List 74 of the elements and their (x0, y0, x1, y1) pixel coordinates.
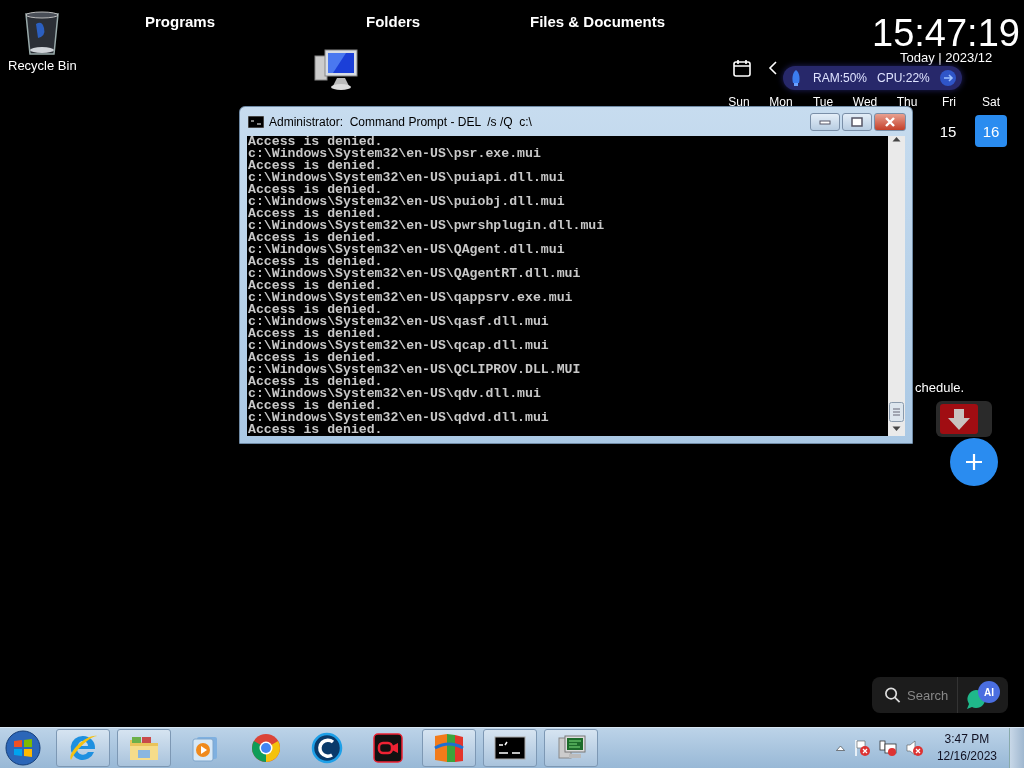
scroll-thumb[interactable] (889, 402, 904, 422)
console-line: c:\Windows\System32\en-US\qasf.dll.mui (248, 316, 550, 328)
taskbar-button[interactable] (483, 729, 537, 767)
console-line: Access is denied. (248, 352, 383, 364)
video-camera-icon (372, 732, 404, 764)
console-line: c:\Windows\System32\en-US\QAgent.dll.mui (248, 244, 566, 256)
weekday-label: Wed (851, 95, 879, 109)
console-line: c:\Windows\System32\en-US\qdvd.dll.mui (248, 412, 550, 424)
c-logo-icon (311, 732, 343, 764)
weekday-label: Mon (768, 95, 794, 109)
scroll-up-icon[interactable] (892, 136, 901, 142)
desktop-icon-label[interactable]: Recycle Bin (8, 58, 77, 73)
speaker-muted-icon[interactable] (904, 739, 923, 757)
console-line: Access is denied. (248, 160, 383, 172)
calendar-day[interactable]: 15 (932, 115, 964, 147)
console-line: c:\Windows\System32\en-US\QAgentRT.dll.mui (248, 268, 582, 280)
console-line: Access is denied. (248, 328, 383, 340)
minimize-icon (819, 118, 831, 125)
plus-icon (965, 453, 983, 471)
download-widget[interactable] (936, 401, 992, 437)
network-error-icon[interactable] (878, 739, 897, 757)
windows-orb-icon (5, 730, 41, 766)
console-line: Access is denied. (248, 208, 383, 220)
category-heading[interactable]: Programs (145, 13, 216, 30)
window-title: Administrator: Command Prompt - DEL /s /Q c:\ (269, 114, 533, 129)
console-icon (248, 115, 264, 128)
calendar-icon[interactable] (732, 58, 752, 78)
close-button[interactable] (874, 112, 906, 131)
console-line: Access is denied. (248, 256, 383, 268)
console-line: c:\Windows\System32\en-US\QCLIPROV.DLL.MUI (248, 364, 582, 376)
console-line: c:\Windows\System32\en-US\pwrshplugin.dll.mui (248, 220, 606, 232)
flag-error-icon[interactable] (852, 739, 871, 757)
weekday-label: Fri (941, 95, 957, 109)
maximize-button[interactable] (842, 112, 872, 131)
tray-date[interactable]: 12/16/2023 (936, 748, 997, 765)
arrow-right-icon[interactable] (939, 70, 956, 86)
console-line: Access is denied. (248, 304, 383, 316)
scrollbar[interactable] (888, 136, 905, 436)
console-line: c:\Windows\System32\en-US\puiapi.dll.mui (248, 172, 566, 184)
console-line: c:\Windows\System32\en-US\qcap.dll.mui (248, 340, 550, 352)
schedule-text: chedule. (915, 380, 965, 395)
tray-time[interactable]: 3:47 PM (944, 731, 990, 748)
ai-badge[interactable]: AI (978, 681, 1000, 703)
cpu-usage: CPU:22% (877, 71, 930, 85)
weekday-label: Sat (981, 95, 1001, 109)
console-line: Access is denied. (248, 232, 383, 244)
avg-icon (433, 732, 465, 764)
show-hidden-icons-icon[interactable] (835, 745, 845, 751)
console-line: c:\Windows\System32\en-US\qappsrv.exe.mui (248, 292, 574, 304)
add-button[interactable] (950, 438, 998, 486)
console-line: c:\Windows\System32\en-US\puiobj.dll.mui (248, 196, 566, 208)
console-line: Access is denied. (248, 184, 383, 196)
console-line: Access is denied. (248, 280, 383, 292)
ram-usage: RAM:50% (813, 71, 868, 85)
maximize-icon (851, 116, 863, 127)
search-icon (884, 686, 901, 704)
weekday-label: Thu (895, 95, 919, 109)
console-line: c:\Windows\System32\en-US\qdv.dll.mui (248, 388, 542, 400)
weekday-label: Tue (811, 95, 835, 109)
chevron-left-icon[interactable] (768, 61, 778, 75)
console-line: c:\Windows\System32\en-US\psr.exe.mui (248, 148, 542, 160)
weekday-label: Sun (727, 95, 751, 109)
chrome-icon (250, 732, 282, 764)
category-heading[interactable]: Folders (366, 13, 421, 30)
minimize-button[interactable] (810, 112, 840, 131)
console-line: Access is denied. (248, 136, 383, 148)
computer-icon[interactable] (313, 48, 359, 92)
category-heading[interactable]: Files & Documents (530, 13, 666, 30)
console-line: Access is denied. (248, 376, 383, 388)
scroll-down-icon[interactable] (892, 426, 901, 432)
search-field[interactable]: Search (907, 687, 957, 703)
console-line: Access is denied. (248, 400, 383, 412)
console-line: Access is denied. (248, 424, 383, 436)
close-icon (884, 116, 896, 127)
